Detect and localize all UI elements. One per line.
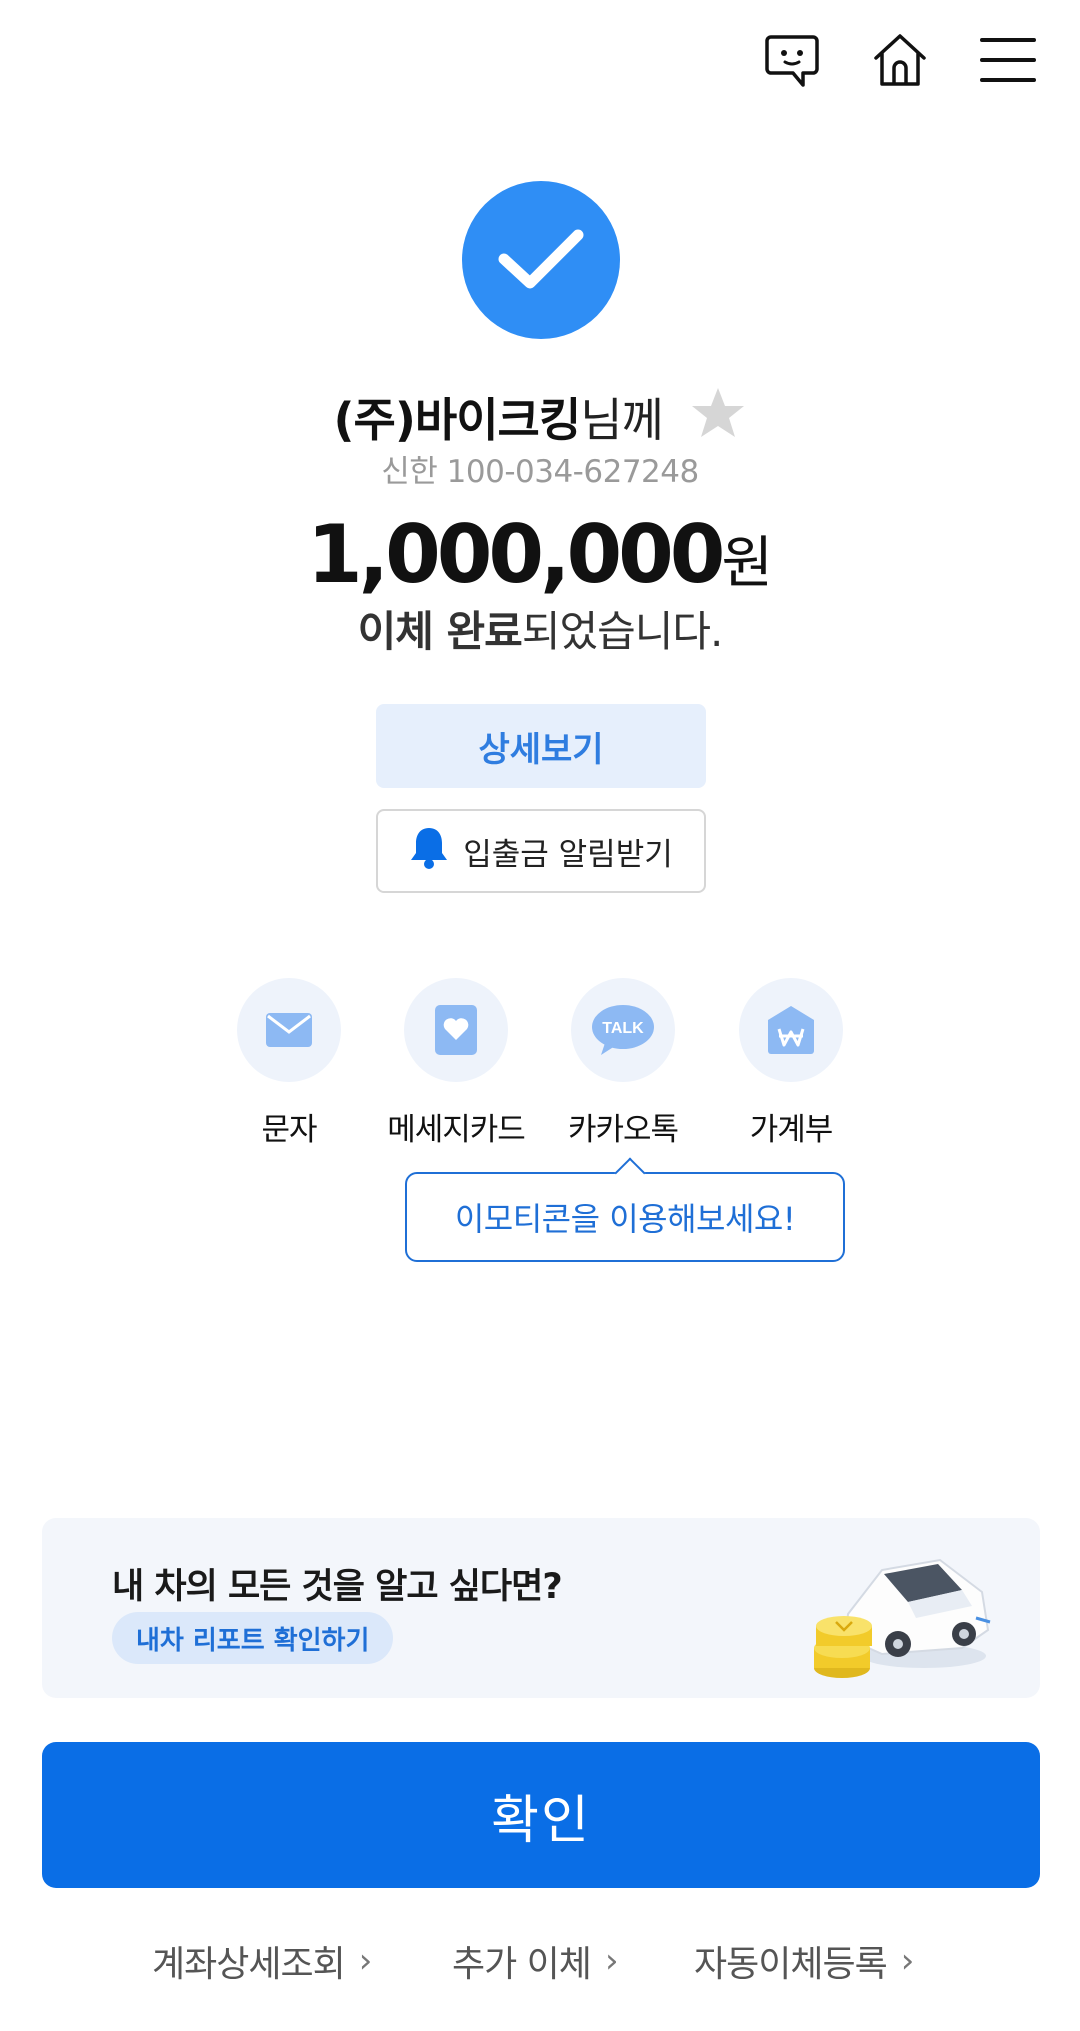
- svg-text:TALK: TALK: [602, 1020, 644, 1037]
- share-label: 메세지카드: [387, 1112, 526, 1148]
- link-label: 계좌상세조회: [152, 1944, 346, 1985]
- menu-icon[interactable]: [976, 28, 1040, 92]
- share-sms[interactable]: 문자: [204, 978, 374, 1149]
- bell-icon: [409, 825, 449, 877]
- mail-icon: [237, 978, 341, 1082]
- recipient-name: (주)바이크킹: [333, 393, 582, 447]
- success-check-icon: [462, 181, 620, 339]
- detail-button[interactable]: 상세보기: [376, 704, 706, 788]
- recipient-suffix: 님께: [580, 393, 664, 447]
- share-label: 가계부: [749, 1112, 834, 1148]
- chat-icon[interactable]: [760, 28, 824, 92]
- recipient-line: (주)바이크킹님께: [0, 384, 1080, 451]
- car-coins-illustration: [812, 1530, 1002, 1690]
- deposit-alert-button[interactable]: 입출금 알림받기: [376, 809, 706, 893]
- completion-message: 이체 완료되었습니다.: [0, 598, 1080, 659]
- completion-rest: 되었습니다.: [521, 607, 724, 656]
- home-icon[interactable]: [868, 28, 932, 92]
- car-report-link[interactable]: 내차 리포트 확인하기: [112, 1612, 394, 1664]
- share-options: 문자 메세지카드 TALK 카카오톡 가계부: [0, 978, 1080, 1148]
- top-bar: [760, 28, 1040, 92]
- link-label: 자동이체등록: [694, 1944, 888, 1985]
- kakaotalk-icon: TALK: [571, 978, 675, 1082]
- amount-unit: 원: [721, 531, 773, 596]
- amount-value: 1,000,000: [307, 508, 725, 601]
- banner-title: 내 차의 모든 것을 알고 싶다면?: [112, 1567, 563, 1607]
- share-household-ledger[interactable]: 가계부: [706, 978, 876, 1149]
- favorite-star-icon[interactable]: [690, 386, 746, 451]
- share-label: 문자: [261, 1112, 317, 1148]
- car-report-banner[interactable]: 내 차의 모든 것을 알고 싶다면? 내차 리포트 확인하기: [42, 1518, 1040, 1698]
- share-kakaotalk[interactable]: TALK 카카오톡: [538, 978, 708, 1149]
- account-number: 신한 100-034-627248: [381, 454, 699, 490]
- chevron-right-icon: ›: [604, 1941, 619, 1981]
- message-card-icon: [404, 978, 508, 1082]
- chevron-right-icon: ›: [900, 1941, 915, 1981]
- transfer-complete-screen: (주)바이크킹님께 신한 100-034-627248 1,000,000원 이…: [0, 0, 1080, 2031]
- auto-transfer-link[interactable]: 자동이체등록 ›: [694, 1935, 915, 1987]
- household-ledger-icon: [739, 978, 843, 1082]
- deposit-alert-label: 입출금 알림받기: [463, 836, 673, 873]
- share-label: 카카오톡: [567, 1112, 679, 1148]
- emoticon-tooltip: 이모티콘을 이용해보세요!: [405, 1172, 845, 1262]
- account-detail-link[interactable]: 계좌상세조회 ›: [152, 1935, 373, 1987]
- link-label: 추가 이체: [452, 1944, 592, 1985]
- completion-bold: 이체 완료: [357, 607, 523, 656]
- confirm-button[interactable]: 확인: [42, 1742, 1040, 1888]
- transfer-amount: 1,000,000원: [0, 508, 1080, 601]
- share-message-card[interactable]: 메세지카드: [371, 978, 541, 1149]
- chevron-right-icon: ›: [358, 1941, 373, 1981]
- additional-transfer-link[interactable]: 추가 이체 ›: [452, 1935, 619, 1987]
